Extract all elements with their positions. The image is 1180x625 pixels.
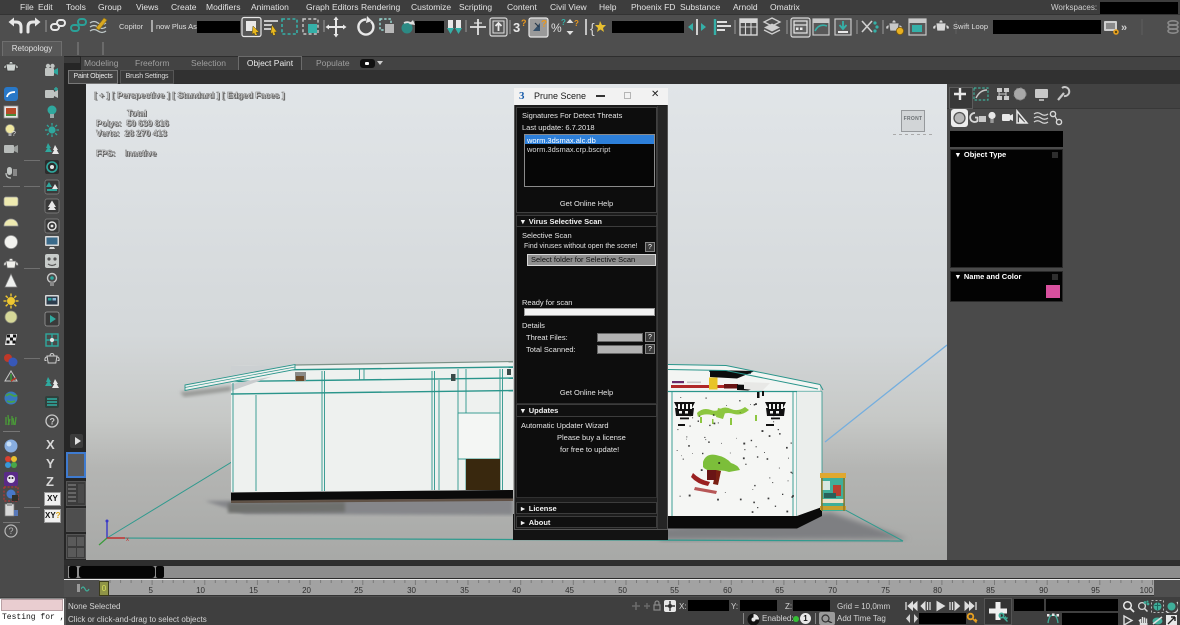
- svg-text:?: ?: [574, 19, 579, 28]
- svg-text:?: ?: [12, 131, 16, 138]
- svg-text:70: 70: [828, 586, 837, 595]
- svg-text:3: 3: [513, 20, 520, 35]
- svg-text:{: {: [590, 20, 595, 36]
- svg-text:30: 30: [407, 586, 416, 595]
- svg-text:?: ?: [561, 18, 566, 27]
- svg-text:100: 100: [1140, 586, 1154, 595]
- svg-text:20: 20: [302, 586, 311, 595]
- svg-text:25: 25: [354, 586, 363, 595]
- svg-text:55: 55: [670, 586, 679, 595]
- svg-text:?: ?: [521, 18, 527, 28]
- svg-text:85: 85: [986, 586, 995, 595]
- svg-text:80: 80: [933, 586, 942, 595]
- svg-text:15: 15: [249, 586, 258, 595]
- svg-text:45: 45: [565, 586, 574, 595]
- svg-text:10: 10: [196, 586, 205, 595]
- svg-text:60: 60: [723, 586, 732, 595]
- svg-text:x: x: [126, 537, 129, 543]
- svg-text:75: 75: [881, 586, 890, 595]
- svg-text:»: »: [1121, 22, 1127, 34]
- svg-text:?: ?: [50, 417, 56, 427]
- svg-text:5: 5: [149, 586, 154, 595]
- svg-text:?: ?: [541, 19, 547, 30]
- svg-text:65: 65: [775, 586, 784, 595]
- svg-text:now Plus Assi: now Plus Assi: [156, 22, 203, 31]
- svg-text:95: 95: [1091, 586, 1100, 595]
- svg-text:Copitor: Copitor: [119, 22, 144, 31]
- svg-text:?: ?: [9, 526, 14, 536]
- svg-text:Swift Loop: Swift Loop: [953, 22, 988, 31]
- svg-text:35: 35: [460, 586, 469, 595]
- svg-text:40: 40: [512, 586, 521, 595]
- svg-text:50: 50: [618, 586, 627, 595]
- svg-text:90: 90: [1039, 586, 1048, 595]
